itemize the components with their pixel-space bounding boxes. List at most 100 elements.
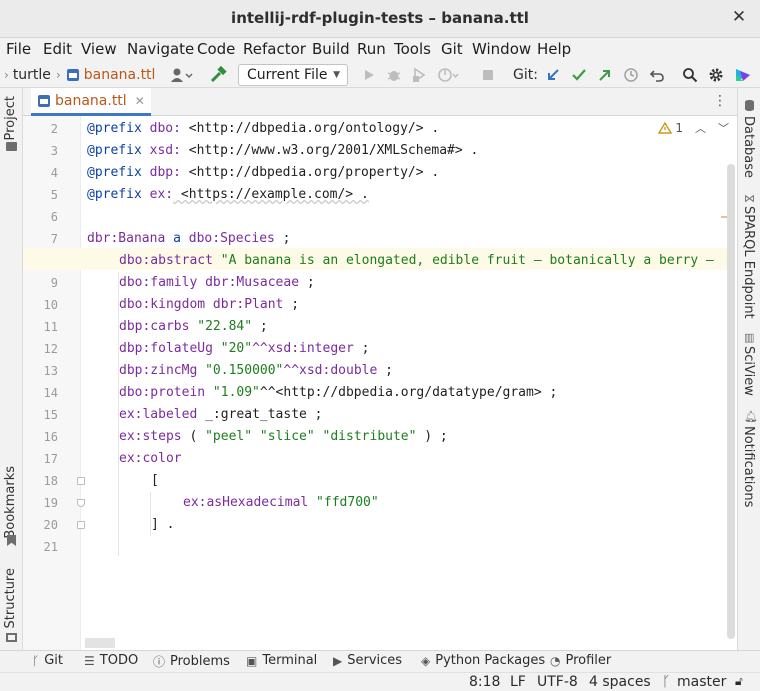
- file-encoding[interactable]: UTF-8: [537, 674, 578, 690]
- warning-count: 1: [675, 121, 683, 135]
- menu-window[interactable]: Window: [472, 40, 531, 58]
- sparql-tab-label: SPARQL Endpoint: [741, 206, 756, 319]
- gear-icon[interactable]: [708, 65, 724, 85]
- breadcrumb-project[interactable]: turtle: [13, 67, 51, 83]
- code-line-4: @prefix dbp: <http://dbpedia.org/propert…: [87, 162, 439, 184]
- line-number: 17: [43, 452, 58, 466]
- profile-icon[interactable]: [437, 65, 459, 85]
- code-token: ex:asHexadecimal: [183, 495, 309, 510]
- chevron-up-icon[interactable]: ︿: [695, 120, 706, 136]
- stop-icon[interactable]: [481, 65, 495, 85]
- structure-tool-tab[interactable]: Structure: [3, 568, 18, 628]
- todo-tool-button[interactable]: ☰ TODO: [84, 653, 138, 668]
- line-number: 7: [50, 232, 58, 246]
- breadcrumb-file[interactable]: banana.ttl: [84, 67, 156, 83]
- run-configuration-select[interactable]: Current File ▼: [238, 64, 348, 86]
- editor-tab-banana[interactable]: banana.ttl ✕: [31, 88, 151, 116]
- code-token: <http://dbpedia.org/property/> .: [180, 165, 440, 180]
- database-tool-tab[interactable]: Database: [741, 116, 756, 178]
- line-number: 2: [50, 122, 58, 136]
- menu-file[interactable]: File: [6, 40, 31, 58]
- menu-edit[interactable]: Edit: [43, 40, 72, 58]
- code-editor[interactable]: 2 3 4 5 6 7 8 9 10 11 12 13 14 15 16 17 …: [23, 116, 737, 650]
- menu-view[interactable]: View: [81, 40, 117, 58]
- code-token: _:great_taste: [197, 407, 307, 422]
- code-line-17: ex:color: [119, 448, 182, 470]
- line-number: 15: [43, 408, 58, 422]
- project-tool-tab[interactable]: Project: [3, 96, 18, 140]
- menu-code[interactable]: Code: [197, 40, 235, 58]
- fold-toggle-icon[interactable]: [77, 477, 85, 485]
- code-line-12: dbp:folateUg "20"^^xsd:integer ;: [119, 338, 369, 360]
- close-tab-icon[interactable]: ✕: [135, 94, 145, 108]
- search-icon[interactable]: [682, 65, 698, 85]
- git-commit-icon[interactable]: [571, 65, 587, 85]
- code-token: <https://example.com/> .: [173, 187, 369, 202]
- code-token: "22.84": [189, 319, 253, 334]
- terminal-tool-label: Terminal: [262, 653, 318, 668]
- python-packages-tool-button[interactable]: ◈ Python Packages: [421, 653, 545, 668]
- jetbrains-toolbox-icon[interactable]: [734, 65, 752, 85]
- sparql-endpoint-tool-tab[interactable]: SPARQL Endpoint: [741, 206, 756, 319]
- vertical-scrollbar[interactable]: [727, 164, 735, 639]
- services-tool-button[interactable]: ▶ Services: [333, 653, 402, 668]
- profiler-tool-button[interactable]: ◔ Profiler: [550, 653, 611, 668]
- code-token: "0.150000": [197, 363, 284, 378]
- code-token: dbp:carbs: [119, 319, 190, 334]
- menu-git[interactable]: Git: [441, 40, 463, 58]
- line-number: 5: [50, 188, 58, 202]
- chevron-down-icon[interactable]: ﹀: [718, 120, 729, 136]
- terminal-tool-button[interactable]: ▣ Terminal: [246, 653, 317, 668]
- menu-tools[interactable]: Tools: [394, 40, 431, 58]
- git-branch[interactable]: master: [677, 674, 726, 690]
- inspection-widget[interactable]: 1 ︿ ﹀: [658, 120, 729, 136]
- add-user-icon[interactable]: [170, 65, 194, 85]
- more-vertical-icon[interactable]: ⋮: [713, 93, 727, 109]
- menu-refactor[interactable]: Refactor: [243, 40, 306, 58]
- coverage-icon[interactable]: [411, 65, 427, 85]
- rollback-icon[interactable]: [649, 65, 665, 85]
- code-line-8: dbo:abstract "A banana is an elongated, …: [119, 250, 728, 272]
- run-icon[interactable]: [362, 65, 376, 85]
- chevron-right-icon: ›: [55, 68, 61, 82]
- notifications-tool-tab[interactable]: Notifications: [741, 426, 756, 507]
- services-play-icon: ▶: [333, 653, 343, 668]
- lock-icon[interactable]: 🔓︎: [735, 674, 743, 689]
- fold-toggle-icon[interactable]: [77, 499, 85, 507]
- debug-icon[interactable]: [386, 65, 402, 85]
- horizontal-scrollbar[interactable]: [85, 638, 115, 648]
- build-hammer-icon[interactable]: [209, 65, 227, 85]
- git-tool-label: Git: [44, 653, 63, 668]
- close-icon[interactable]: ✕: [728, 6, 750, 28]
- line-separator[interactable]: LF: [510, 674, 526, 690]
- editor-tab-label: banana.ttl: [55, 92, 127, 109]
- menu-navigate[interactable]: Navigate: [127, 40, 194, 58]
- menu-help[interactable]: Help: [537, 40, 571, 58]
- history-icon[interactable]: [623, 65, 639, 85]
- code-line-9: dbo:family dbr:Musaceae ;: [119, 272, 315, 294]
- code-token: ^^xsd:integer: [252, 341, 354, 356]
- code-token: dbo:protein: [119, 385, 206, 400]
- git-update-icon[interactable]: [545, 65, 561, 85]
- git-tool-button[interactable]: ᚴ Git: [32, 653, 63, 668]
- problems-tool-label: Problems: [170, 654, 230, 669]
- folder-icon: [6, 142, 17, 151]
- indent-setting[interactable]: 4 spaces: [589, 674, 651, 690]
- main-toolbar: › turtle › banana.ttl Current File ▼ Git…: [0, 62, 760, 88]
- code-token: "distribute": [314, 429, 417, 444]
- code-token: ;: [283, 297, 300, 312]
- code-token: ;: [306, 407, 323, 422]
- warning-icon: [658, 122, 673, 134]
- line-number: 19: [43, 496, 58, 510]
- caret-position[interactable]: 8:18: [469, 674, 500, 690]
- problems-tool-button[interactable]: ⓘ Problems: [153, 653, 230, 670]
- menu-run[interactable]: Run: [357, 40, 386, 58]
- sciview-tool-tab[interactable]: SciView: [741, 346, 756, 396]
- git-push-icon[interactable]: [597, 65, 613, 85]
- code-token: ex:color: [119, 451, 182, 466]
- menu-build[interactable]: Build: [312, 40, 350, 58]
- fold-toggle-icon[interactable]: [77, 521, 85, 529]
- line-number: 9: [50, 276, 58, 290]
- bookmarks-tool-tab[interactable]: Bookmarks: [3, 466, 18, 539]
- code-token: @prefix: [87, 143, 142, 158]
